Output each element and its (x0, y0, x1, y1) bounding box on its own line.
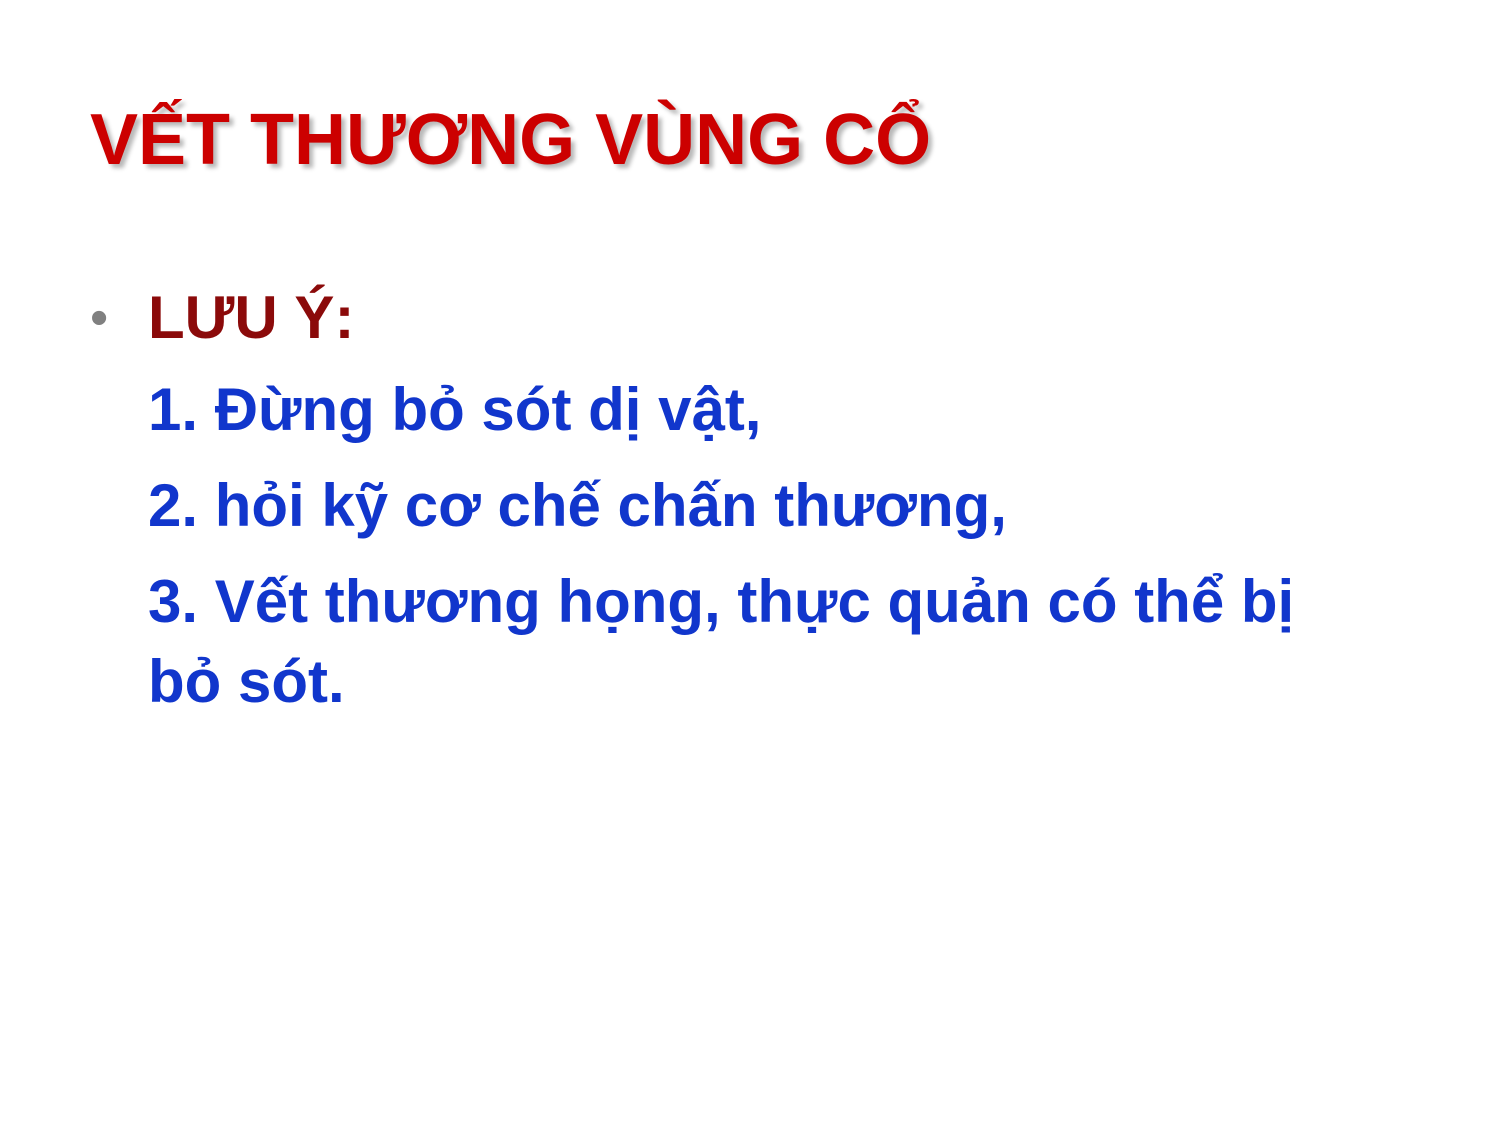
slide: VẾT THƯƠNG VÙNG CỔ • LƯU Ý: 1. Đừng bỏ s… (0, 0, 1500, 1125)
bullet-dot-icon: • (90, 289, 109, 347)
slide-content: • LƯU Ý: 1. Đừng bỏ sót dị vật, 2. hỏi k… (90, 278, 1420, 738)
note-item: 2. hỏi kỹ cơ chế chấn thương, (148, 472, 1007, 539)
note-item: 3. Vết thương họng, thực quản có thể bị … (148, 568, 1295, 715)
note-item: 1. Đừng bỏ sót dị vật, (148, 376, 762, 443)
bullet-label: LƯU Ý: (148, 284, 355, 351)
note-list: 1. Đừng bỏ sót dị vật, 2. hỏi kỹ cơ chế … (148, 370, 1420, 722)
bullet-row: • LƯU Ý: (90, 278, 1420, 358)
slide-title: VẾT THƯƠNG VÙNG CỔ (90, 100, 932, 180)
